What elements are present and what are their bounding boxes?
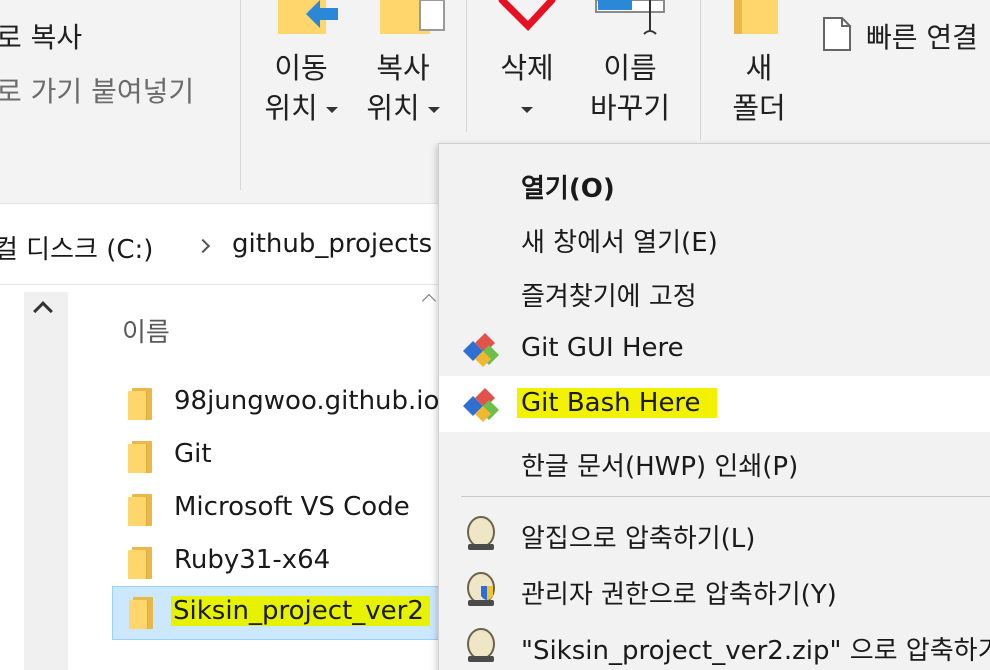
menu-item-label: "Siksin_project_ver2.zip" 으로 압축하기 bbox=[521, 636, 990, 666]
scroll-up-arrow-icon[interactable] bbox=[33, 301, 53, 321]
menu-item-label: Git Bash Here bbox=[517, 388, 717, 418]
sort-ascending-icon bbox=[421, 293, 437, 309]
file-row[interactable]: Git bbox=[112, 431, 442, 481]
dropdown-caret-icon bbox=[521, 107, 533, 113]
alzip-admin-icon bbox=[467, 572, 495, 606]
ribbon-divider bbox=[240, 0, 241, 190]
breadcrumb-local-disk[interactable]: 컬 디스크 (C:) bbox=[0, 229, 153, 266]
git-icon bbox=[463, 333, 499, 367]
rename-label-1: 이름 bbox=[603, 51, 657, 85]
rename-button[interactable]: 이름 바꾸기 bbox=[580, 48, 680, 128]
delete-button[interactable]: 삭제 bbox=[488, 48, 566, 128]
alzip-icon bbox=[467, 628, 495, 662]
folder-icon bbox=[128, 494, 154, 526]
nav-pane-scrollbar[interactable] bbox=[24, 292, 68, 670]
copy-folder-icon bbox=[380, 0, 446, 36]
move-to-label-1: 이동 bbox=[274, 51, 328, 85]
move-to-button[interactable]: 이동 위치 bbox=[256, 48, 346, 128]
easy-access-button[interactable]: 빠른 연결 bbox=[866, 16, 978, 56]
menu-item-git-gui-here[interactable]: Git GUI Here bbox=[439, 321, 990, 377]
rename-icon bbox=[594, 0, 666, 36]
chevron-right-icon[interactable] bbox=[195, 238, 211, 254]
file-row[interactable]: 98jungwoo.github.io bbox=[112, 378, 442, 428]
ribbon-divider bbox=[700, 0, 701, 140]
file-name: Git bbox=[174, 439, 212, 469]
new-folder-button[interactable]: 새 폴더 bbox=[724, 48, 794, 128]
menu-item-label: 알집으로 압축하기(L) bbox=[521, 524, 756, 554]
alzip-icon bbox=[467, 516, 495, 550]
new-folder-label-1: 새 bbox=[745, 51, 773, 85]
file-name: 98jungwoo.github.io bbox=[174, 386, 440, 416]
menu-item-hwp-print[interactable]: 한글 문서(HWP) 인쇄(P) bbox=[439, 434, 990, 490]
file-name: Ruby31-x64 bbox=[174, 545, 331, 575]
rename-label-2: 바꾸기 bbox=[589, 91, 671, 125]
git-icon bbox=[463, 388, 499, 422]
file-row-selected[interactable]: Siksin_project_ver2 bbox=[112, 586, 442, 640]
menu-item-label: 열기(O) bbox=[521, 174, 615, 204]
context-menu: 열기(O) 새 창에서 열기(E) 즐겨찾기에 고정 Git GUI Here … bbox=[438, 143, 990, 670]
breadcrumb-github-projects[interactable]: github_projects bbox=[232, 229, 432, 259]
menu-item-label: Git GUI Here bbox=[521, 333, 684, 363]
document-icon bbox=[822, 16, 852, 52]
folder-icon bbox=[128, 388, 154, 420]
ribbon-divider bbox=[466, 0, 467, 132]
menu-item-label: 새 창에서 열기(E) bbox=[521, 228, 718, 258]
move-folder-icon bbox=[276, 0, 340, 36]
move-to-label-2: 위치 bbox=[256, 88, 346, 128]
menu-item-alzip-admin-compress[interactable]: 관리자 권한으로 압축하기(Y) bbox=[439, 562, 990, 618]
file-row[interactable]: Ruby31-x64 bbox=[112, 537, 442, 587]
copy-to-label-1: 복사 bbox=[376, 51, 430, 85]
folder-icon bbox=[128, 441, 154, 473]
file-name: Siksin_project_ver2 bbox=[171, 596, 430, 626]
paste-shortcut-button[interactable]: 로 가기 붙여넣기 bbox=[0, 70, 194, 110]
delete-x-icon bbox=[498, 0, 556, 34]
menu-item-compress-to-zip[interactable]: "Siksin_project_ver2.zip" 으로 압축하기 bbox=[439, 618, 990, 670]
copy-to-label-2: 위치 bbox=[358, 88, 448, 128]
file-name: Microsoft VS Code bbox=[174, 492, 410, 522]
copy-to-button[interactable]: 복사 위치 bbox=[358, 48, 448, 128]
delete-label: 삭제 bbox=[500, 51, 554, 85]
menu-item-open[interactable]: 열기(O) bbox=[439, 156, 990, 212]
folder-icon bbox=[128, 547, 154, 579]
dropdown-caret-icon bbox=[325, 107, 338, 113]
menu-item-label: 즐겨찾기에 고정 bbox=[521, 282, 697, 312]
column-header-name[interactable]: 이름 bbox=[122, 312, 170, 349]
menu-item-label: 관리자 권한으로 압축하기(Y) bbox=[521, 580, 837, 610]
menu-item-open-new-window[interactable]: 새 창에서 열기(E) bbox=[439, 210, 990, 266]
menu-item-git-bash-here[interactable]: Git Bash Here bbox=[439, 376, 990, 432]
file-row[interactable]: Microsoft VS Code bbox=[112, 484, 442, 534]
new-folder-label-2: 폴더 bbox=[732, 91, 786, 125]
menu-separator bbox=[461, 496, 990, 497]
dropdown-caret-icon bbox=[427, 107, 440, 113]
menu-item-pin-quick-access[interactable]: 즐겨찾기에 고정 bbox=[439, 264, 990, 320]
new-folder-icon bbox=[734, 0, 780, 36]
folder-icon bbox=[129, 597, 155, 629]
menu-item-alzip-compress[interactable]: 알집으로 압축하기(L) bbox=[439, 506, 990, 562]
copy-path-button[interactable]: 로 복사 bbox=[0, 16, 82, 56]
menu-item-label: 한글 문서(HWP) 인쇄(P) bbox=[521, 452, 799, 482]
